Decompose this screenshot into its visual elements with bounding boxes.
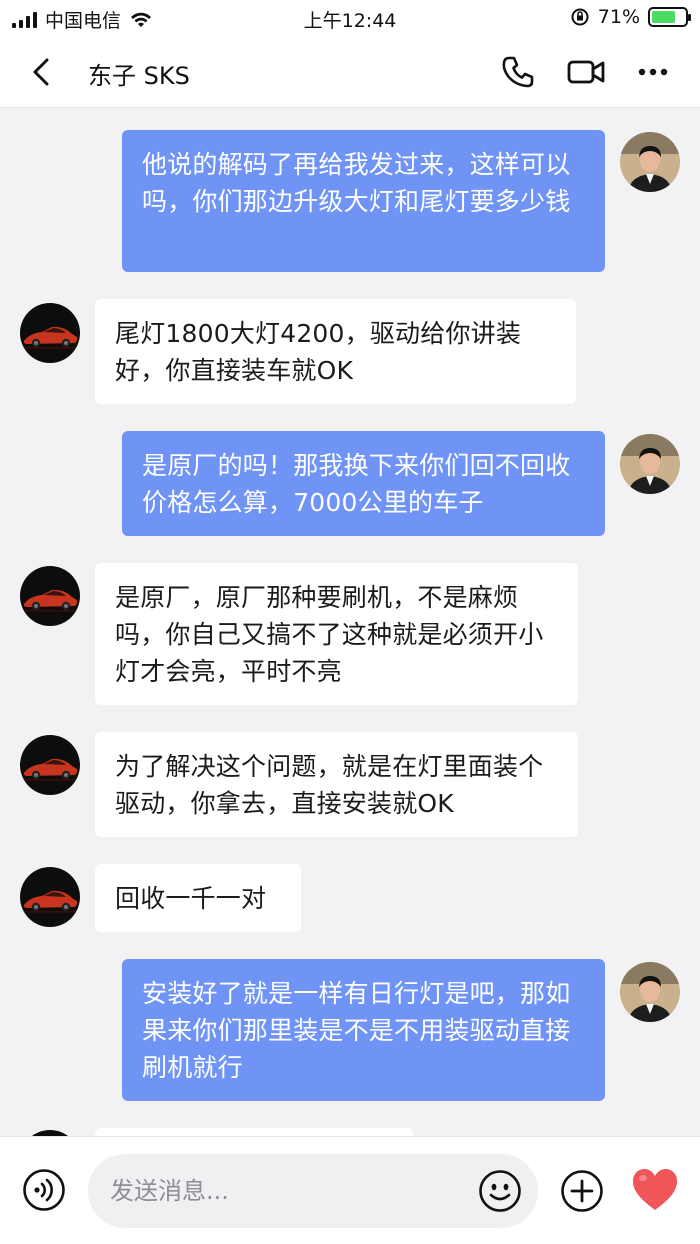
- contact-avatar[interactable]: [20, 566, 80, 626]
- incoming-message[interactable]: 尾灯1800大灯4200，驱动给你讲装好，你直接装车就OK: [95, 299, 576, 404]
- video-call-icon[interactable]: [566, 52, 606, 92]
- incoming-message[interactable]: 回收一千一对: [95, 864, 301, 932]
- incoming-message[interactable]: 是原厂，原厂那种要刷机，不是麻烦吗，你自己又搞不了这种就是必须开小灯才会亮，平时…: [95, 563, 578, 705]
- chat-title: 东子 SKS: [88, 62, 190, 90]
- contact-avatar[interactable]: [20, 735, 80, 795]
- my-avatar[interactable]: [620, 132, 680, 192]
- emoji-icon[interactable]: [478, 1169, 522, 1213]
- chat-header: 东子 SKS: [0, 36, 700, 108]
- battery-level: [652, 11, 675, 23]
- outgoing-message[interactable]: 是原厂的吗！那我换下来你们回不回收价格怎么算，7000公里的车子: [122, 431, 605, 536]
- my-avatar[interactable]: [620, 434, 680, 494]
- input-bar: [0, 1136, 700, 1244]
- message-input[interactable]: [88, 1154, 538, 1228]
- status-bar: 中国电信 上午12:44 71%: [0, 0, 700, 36]
- outgoing-message[interactable]: 他说的解码了再给我发过来，这样可以吗，你们那边升级大灯和尾灯要多少钱: [122, 130, 605, 272]
- phone-icon[interactable]: [498, 52, 538, 92]
- status-right: 71%: [570, 6, 691, 28]
- contact-avatar[interactable]: [20, 303, 80, 363]
- my-avatar[interactable]: [620, 962, 680, 1022]
- voice-icon[interactable]: [22, 1168, 66, 1212]
- incoming-message[interactable]: 为了解决这个问题，就是在灯里面装个驱动，你拿去，直接安装就OK: [95, 732, 578, 837]
- contact-avatar[interactable]: [20, 867, 80, 927]
- outgoing-message[interactable]: 安装好了就是一样有日行灯是吧，那如果来你们那里装是不是不用装驱动直接刷机就行: [122, 959, 605, 1101]
- battery-percent: 71%: [597, 6, 640, 28]
- back-arrow-icon[interactable]: [22, 52, 62, 92]
- message-list[interactable]: 他说的解码了再给我发过来，这样可以吗，你们那边升级大灯和尾灯要多少钱 尾灯180…: [0, 108, 700, 1136]
- add-icon[interactable]: [560, 1169, 604, 1213]
- incoming-message-partial[interactable]: [95, 1128, 413, 1136]
- battery-icon: [648, 7, 691, 27]
- more-icon[interactable]: [634, 52, 674, 92]
- orientation-lock-icon: [571, 8, 589, 26]
- heart-icon[interactable]: [630, 1167, 680, 1213]
